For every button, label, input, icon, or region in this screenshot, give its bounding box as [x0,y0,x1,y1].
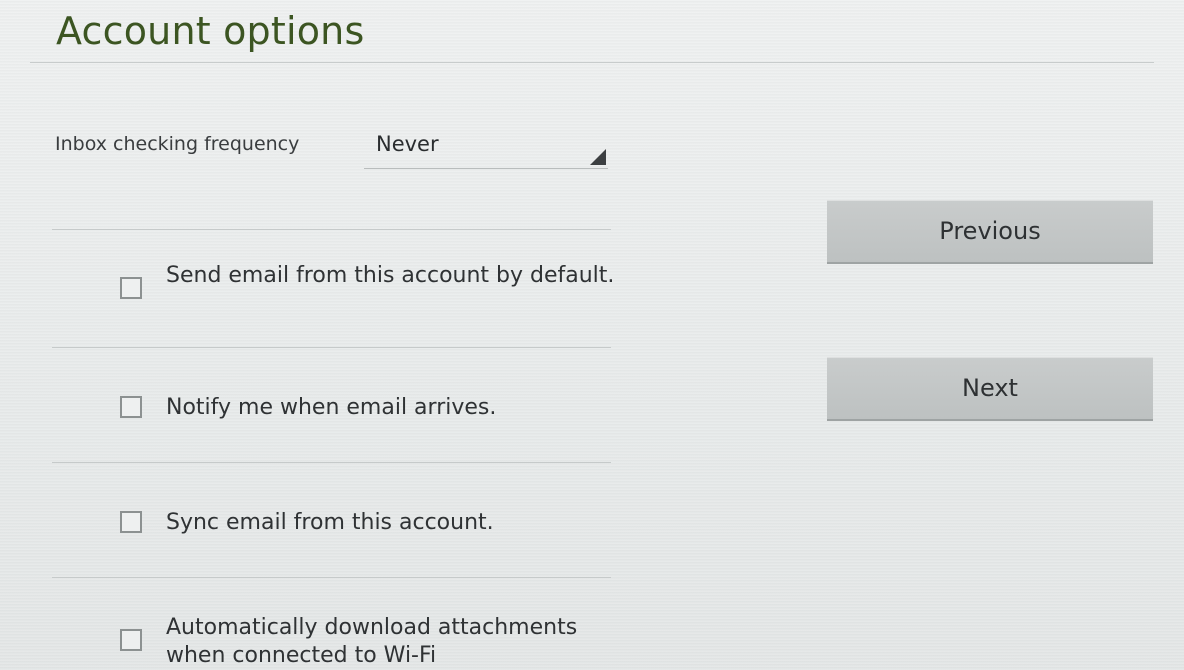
divider [52,229,611,230]
next-button[interactable]: Next [827,357,1153,421]
previous-button[interactable]: Previous [827,200,1153,264]
page-title: Account options [56,9,365,53]
send-default-checkbox[interactable] [120,277,142,299]
option-send-default[interactable]: Send email from this account by default. [120,262,620,322]
frequency-label: Inbox checking frequency [55,133,300,155]
next-button-label: Next [962,374,1018,402]
divider [52,347,611,348]
auto-download-checkbox[interactable] [120,629,142,651]
notify-checkbox[interactable] [120,396,142,418]
notify-label: Notify me when email arrives. [166,395,497,420]
send-default-label: Send email from this account by default. [166,263,615,288]
option-notify[interactable]: Notify me when email arrives. [120,394,620,426]
option-sync[interactable]: Sync email from this account. [120,509,620,541]
sync-checkbox[interactable] [120,511,142,533]
frequency-selected-value: Never [376,132,439,156]
title-divider [30,62,1154,63]
option-auto-download[interactable]: Automatically download attachments when … [120,614,620,670]
previous-button-label: Previous [939,217,1041,245]
dropdown-arrow-icon [590,149,606,165]
divider [52,462,611,463]
divider [52,577,611,578]
auto-download-label: Automatically download attachments when … [166,615,578,668]
sync-label: Sync email from this account. [166,510,494,535]
account-options-screen: Account options Inbox checking frequency… [0,0,1184,670]
frequency-dropdown[interactable]: Never [364,128,608,169]
